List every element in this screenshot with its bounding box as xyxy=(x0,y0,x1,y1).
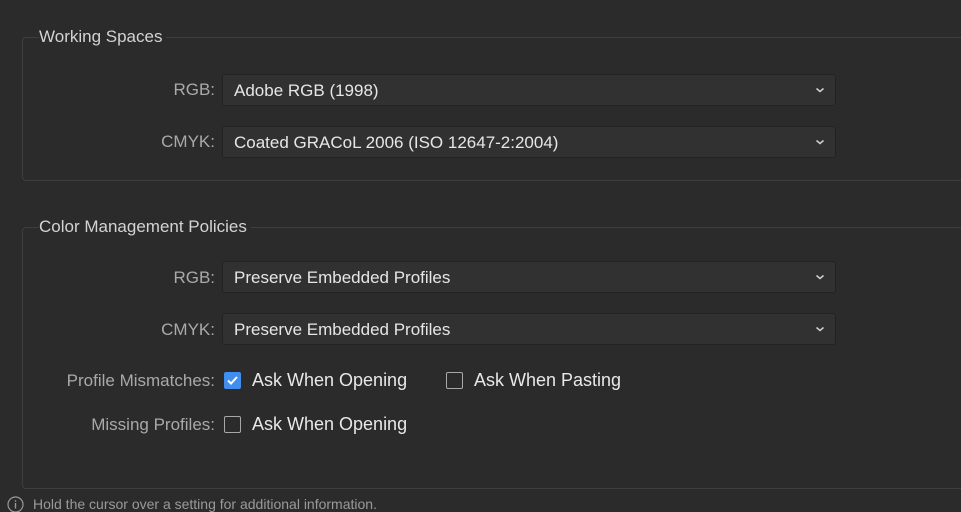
policy-cmyk-select[interactable]: Preserve Embedded Profiles xyxy=(222,313,836,345)
missing-ask-opening-checkbox[interactable] xyxy=(224,416,241,433)
working-cmyk-value: Coated GRACoL 2006 (ISO 12647-2:2004) xyxy=(234,133,559,152)
missing-profiles-label: Missing Profiles: xyxy=(91,415,215,434)
policy-rgb-value: Preserve Embedded Profiles xyxy=(234,268,451,287)
chevron-down-icon xyxy=(816,326,824,332)
missing-ask-opening-label[interactable]: Ask When Opening xyxy=(252,414,407,435)
policy-cmyk-value: Preserve Embedded Profiles xyxy=(234,320,451,339)
policies-title: Color Management Policies xyxy=(39,217,251,237)
policy-rgb-select[interactable]: Preserve Embedded Profiles xyxy=(222,261,836,293)
profile-mismatches-label: Profile Mismatches: xyxy=(66,371,215,390)
policy-rgb-label: RGB: xyxy=(173,268,215,287)
checkmark-icon xyxy=(227,376,238,385)
color-settings-panel: Working Spaces RGB: Adobe RGB (1998) CMY… xyxy=(0,0,961,512)
chevron-down-icon xyxy=(816,87,824,93)
working-spaces-title: Working Spaces xyxy=(39,27,167,47)
mismatch-ask-pasting-label[interactable]: Ask When Pasting xyxy=(474,370,621,391)
mismatch-ask-opening-checkbox[interactable] xyxy=(224,372,241,389)
chevron-down-icon xyxy=(816,274,824,280)
working-rgb-value: Adobe RGB (1998) xyxy=(234,81,379,100)
policy-cmyk-label: CMYK: xyxy=(161,320,215,339)
working-rgb-label: RGB: xyxy=(173,80,215,99)
working-cmyk-select[interactable]: Coated GRACoL 2006 (ISO 12647-2:2004) xyxy=(222,126,836,158)
mismatch-ask-pasting-checkbox[interactable] xyxy=(446,372,463,389)
chevron-down-icon xyxy=(816,139,824,145)
working-cmyk-label: CMYK: xyxy=(161,132,215,151)
working-spaces-group: Working Spaces xyxy=(22,27,961,181)
working-rgb-select[interactable]: Adobe RGB (1998) xyxy=(222,74,836,106)
mismatch-ask-opening-label[interactable]: Ask When Opening xyxy=(252,370,407,391)
info-icon xyxy=(7,496,24,512)
info-text: Hold the cursor over a setting for addit… xyxy=(33,496,377,512)
